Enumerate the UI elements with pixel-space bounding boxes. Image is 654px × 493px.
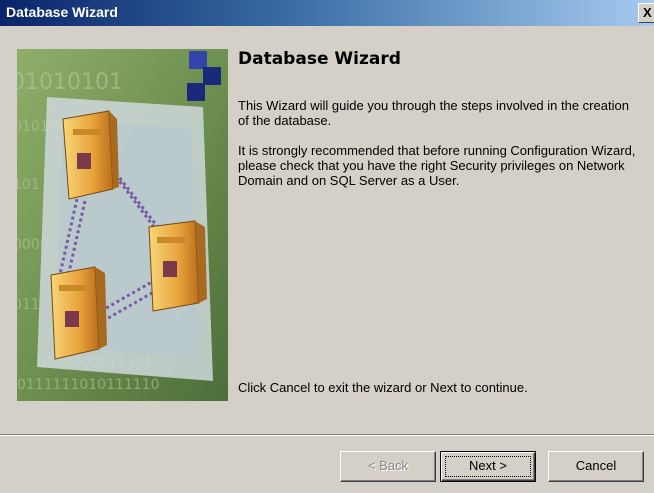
svg-text:011: 011 <box>17 297 40 313</box>
recommendation-text: It is strongly recommended that before r… <box>238 143 636 188</box>
wizard-window: Database Wizard X 01010101 0101 0 101 00… <box>0 0 654 493</box>
svg-text:101: 101 <box>17 177 40 193</box>
back-button-label: < Back <box>367 458 409 473</box>
wizard-heading: Database Wizard <box>238 49 401 69</box>
svg-text:0111111010111110: 0111111010111110 <box>17 377 160 393</box>
cancel-button[interactable]: Cancel <box>548 451 644 482</box>
svg-text:01010101: 01010101 <box>17 70 123 95</box>
intro-text: This Wizard will guide you through the s… <box>238 98 629 128</box>
close-icon: X <box>643 5 652 20</box>
button-separator <box>0 434 654 436</box>
cancel-button-label: Cancel <box>575 458 617 473</box>
network-servers-illustration: 01010101 0101 0 101 0000 011 01000000111… <box>17 49 228 401</box>
close-button[interactable]: X <box>638 3 654 23</box>
next-button-label: Next > <box>469 458 507 473</box>
window-title: Database Wizard <box>6 4 118 20</box>
back-button[interactable]: < Back <box>340 451 436 482</box>
footer-hint-text: Click Cancel to exit the wizard or Next … <box>238 380 528 395</box>
title-bar[interactable]: Database Wizard X <box>0 0 654 26</box>
next-button[interactable]: Next > <box>440 451 536 482</box>
